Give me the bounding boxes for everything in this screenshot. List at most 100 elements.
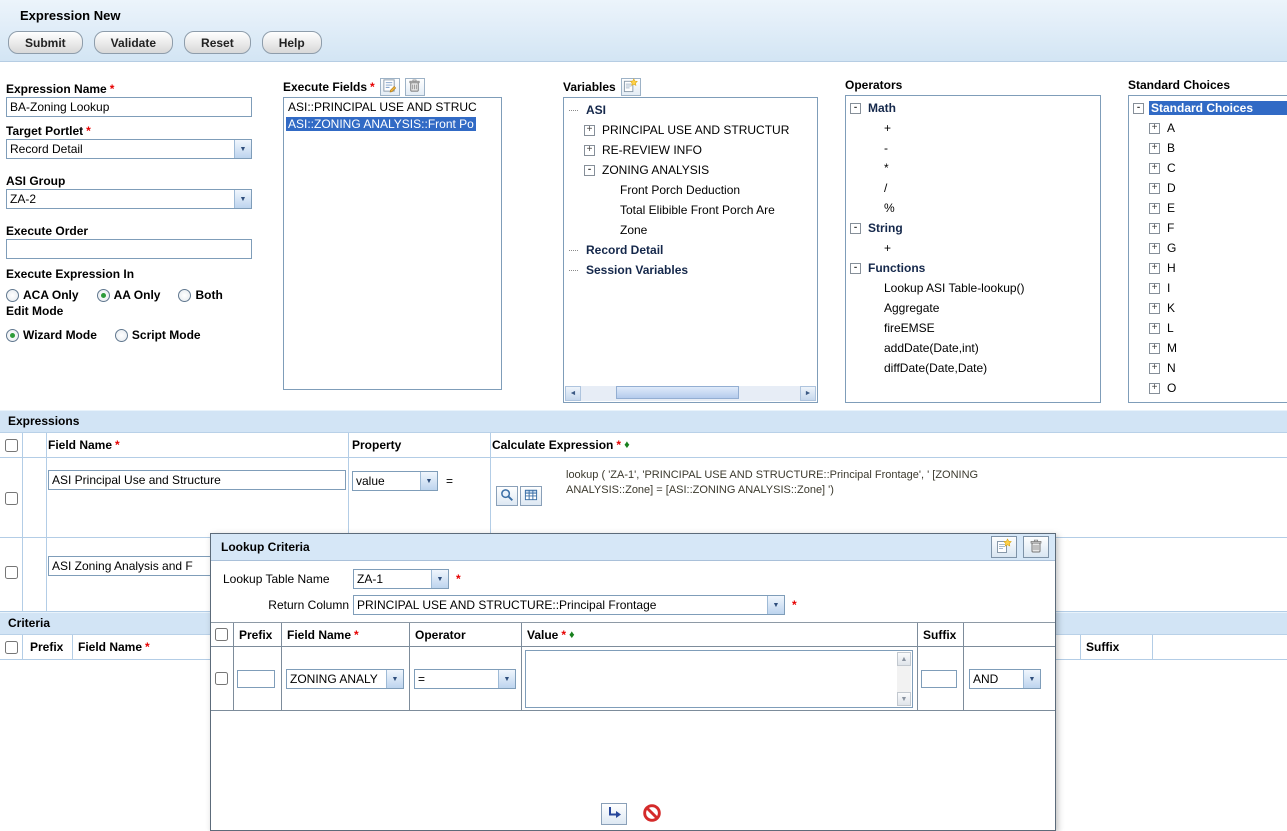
- search-expression-button[interactable]: [496, 486, 518, 506]
- conjunction-select[interactable]: AND ▼: [969, 669, 1041, 689]
- tree-expander-icon[interactable]: [1149, 263, 1160, 274]
- tree-expander-icon[interactable]: [584, 145, 595, 156]
- criteria-value-field[interactable]: ▲ ▼: [525, 650, 913, 708]
- operators-tree-item[interactable]: -: [846, 138, 1100, 158]
- variables-tree-item[interactable]: PRINCIPAL USE AND STRUCTUR: [564, 120, 817, 140]
- chevron-down-icon[interactable]: ▼: [1023, 670, 1040, 688]
- select-all-checkbox[interactable]: [5, 641, 18, 654]
- target-portlet-select[interactable]: Record Detail ▼: [6, 139, 252, 159]
- operators-tree-item[interactable]: /: [846, 178, 1100, 198]
- chevron-down-icon[interactable]: ▼: [767, 596, 784, 614]
- add-variable-button[interactable]: [621, 78, 641, 96]
- field-name-input[interactable]: [48, 470, 346, 490]
- radio-option[interactable]: Wizard Mode: [6, 328, 97, 342]
- standard-choices-tree-item[interactable]: O: [1129, 378, 1287, 398]
- radio-option[interactable]: Both: [178, 288, 222, 302]
- validate-button[interactable]: Validate: [94, 31, 173, 54]
- standard-choices-tree-item[interactable]: Standard Choices: [1129, 98, 1287, 118]
- execute-fields-listbox[interactable]: ASI::PRINCIPAL USE AND STRUC ASI::ZONING…: [283, 97, 502, 390]
- standard-choices-tree-item[interactable]: D: [1129, 178, 1287, 198]
- variables-tree-item[interactable]: Zone: [564, 220, 817, 240]
- cancel-criteria-button[interactable]: [639, 803, 665, 825]
- select-all-checkbox[interactable]: [5, 439, 18, 452]
- operators-tree-item[interactable]: Functions: [846, 258, 1100, 278]
- variables-tree-item[interactable]: Front Porch Deduction: [564, 180, 817, 200]
- confirm-criteria-button[interactable]: [601, 803, 627, 825]
- operators-tree-item[interactable]: String: [846, 218, 1100, 238]
- chevron-down-icon[interactable]: ▼: [420, 472, 437, 490]
- operators-tree-item[interactable]: Math: [846, 98, 1100, 118]
- tree-expander-icon[interactable]: [1133, 103, 1144, 114]
- lookup-table-button[interactable]: [520, 486, 542, 506]
- tree-expander-icon[interactable]: [1149, 323, 1160, 334]
- standard-choices-tree-item[interactable]: C: [1129, 158, 1287, 178]
- expression-name-input[interactable]: [6, 97, 252, 117]
- tree-expander-icon[interactable]: [1149, 183, 1160, 194]
- add-criteria-button[interactable]: [991, 536, 1017, 558]
- tree-expander-icon[interactable]: [568, 245, 579, 256]
- tree-expander-icon[interactable]: [1149, 123, 1160, 134]
- tree-expander-icon[interactable]: [1149, 343, 1160, 354]
- criteria-operator-select[interactable]: = ▼: [414, 669, 516, 689]
- horizontal-scrollbar[interactable]: ◄ ►: [565, 386, 816, 401]
- operators-tree-item[interactable]: addDate(Date,int): [846, 338, 1100, 358]
- variables-tree-item[interactable]: Total Elibible Front Porch Are: [564, 200, 817, 220]
- variables-tree-item[interactable]: Session Variables: [564, 260, 817, 280]
- standard-choices-tree-item[interactable]: E: [1129, 198, 1287, 218]
- chevron-down-icon[interactable]: ▼: [386, 670, 403, 688]
- variables-tree-item[interactable]: ASI: [564, 100, 817, 120]
- standard-choices-tree-item[interactable]: G: [1129, 238, 1287, 258]
- variables-tree-item[interactable]: Record Detail: [564, 240, 817, 260]
- radio-option[interactable]: AA Only: [97, 288, 161, 302]
- execute-field-item[interactable]: ASI::ZONING ANALYSIS::Front Po: [284, 116, 501, 133]
- radio-option[interactable]: ACA Only: [6, 288, 79, 302]
- tree-expander-icon[interactable]: [1149, 223, 1160, 234]
- select-all-checkbox[interactable]: [215, 628, 228, 641]
- execute-order-input[interactable]: [6, 239, 252, 259]
- chevron-down-icon[interactable]: ▼: [234, 190, 251, 208]
- help-button[interactable]: Help: [262, 31, 322, 54]
- tree-expander-icon[interactable]: [584, 125, 595, 136]
- prefix-input[interactable]: [237, 670, 275, 688]
- chevron-down-icon[interactable]: ▼: [234, 140, 251, 158]
- scrollbar-track[interactable]: [581, 386, 800, 401]
- operators-tree-item[interactable]: +: [846, 238, 1100, 258]
- tree-expander-icon[interactable]: [1149, 363, 1160, 374]
- standard-choices-tree-item[interactable]: A: [1129, 118, 1287, 138]
- delete-fields-button[interactable]: [405, 78, 425, 96]
- suffix-input[interactable]: [921, 670, 957, 688]
- tree-expander-icon[interactable]: [850, 103, 861, 114]
- select-fields-button[interactable]: [380, 78, 400, 96]
- tree-expander-icon[interactable]: [584, 165, 595, 176]
- row-checkbox[interactable]: [5, 492, 18, 505]
- tree-expander-icon[interactable]: [1149, 163, 1160, 174]
- standard-choices-tree-item[interactable]: F: [1129, 218, 1287, 238]
- standard-choices-tree-item[interactable]: B: [1129, 138, 1287, 158]
- operators-tree-item[interactable]: +: [846, 118, 1100, 138]
- scroll-left-icon[interactable]: ◄: [565, 386, 581, 401]
- asi-group-select[interactable]: ZA-2 ▼: [6, 189, 252, 209]
- variables-tree-item[interactable]: RE-REVIEW INFO: [564, 140, 817, 160]
- operators-tree-item[interactable]: Aggregate: [846, 298, 1100, 318]
- standard-choices-tree-item[interactable]: K: [1129, 298, 1287, 318]
- standard-choices-tree-item[interactable]: I: [1129, 278, 1287, 298]
- return-column-select[interactable]: PRINCIPAL USE AND STRUCTURE::Principal F…: [353, 595, 785, 615]
- criteria-field-name-select[interactable]: ZONING ANALY ▼: [286, 669, 404, 689]
- standard-choices-tree-item[interactable]: L: [1129, 318, 1287, 338]
- operators-tree-item[interactable]: fireEMSE: [846, 318, 1100, 338]
- operators-tree-item[interactable]: Lookup ASI Table-lookup(): [846, 278, 1100, 298]
- operators-tree-item[interactable]: *: [846, 158, 1100, 178]
- tree-expander-icon[interactable]: [568, 105, 579, 116]
- tree-expander-icon[interactable]: [1149, 303, 1160, 314]
- execute-field-item[interactable]: ASI::PRINCIPAL USE AND STRUC: [284, 99, 501, 116]
- chevron-down-icon[interactable]: ▼: [431, 570, 448, 588]
- delete-criteria-button[interactable]: [1023, 536, 1049, 558]
- scroll-up-icon[interactable]: ▲: [897, 652, 911, 666]
- tree-expander-icon[interactable]: [850, 263, 861, 274]
- variables-tree-item[interactable]: ZONING ANALYSIS: [564, 160, 817, 180]
- scrollbar-thumb[interactable]: [616, 386, 739, 399]
- tree-expander-icon[interactable]: [1149, 283, 1160, 294]
- scroll-right-icon[interactable]: ►: [800, 386, 816, 401]
- reset-button[interactable]: Reset: [184, 31, 251, 54]
- submit-button[interactable]: Submit: [8, 31, 83, 54]
